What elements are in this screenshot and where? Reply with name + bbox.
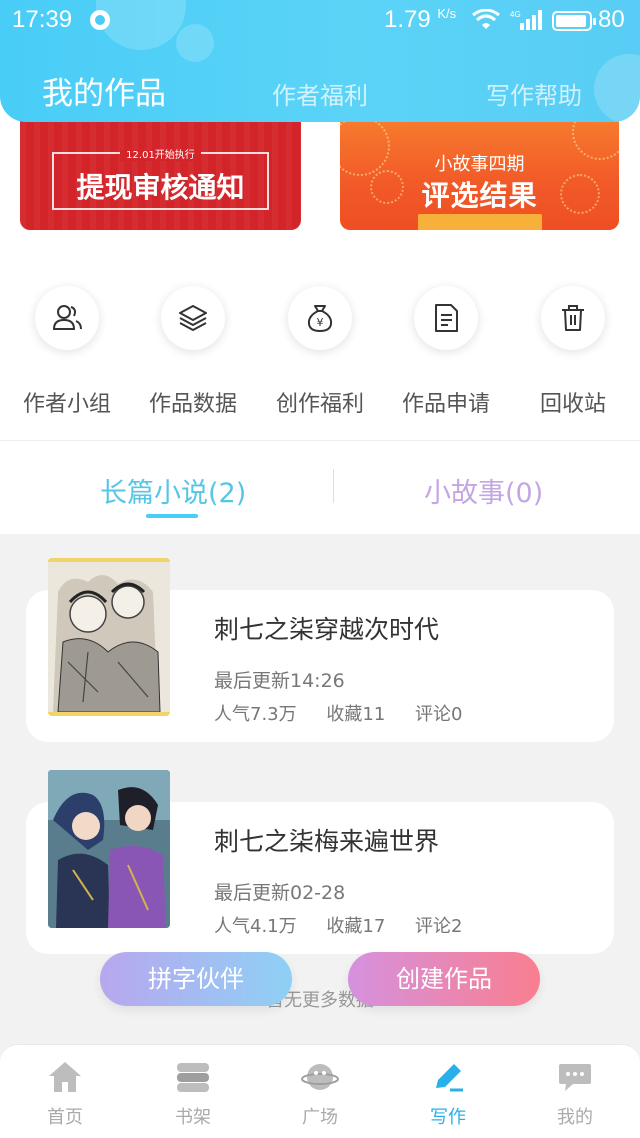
status-bar: 17:39 1.79 K/s 4G 80 <box>0 0 640 42</box>
tab-short-story[interactable]: 小故事(0) <box>424 471 543 510</box>
no-more-data: 暂无更多数据 <box>266 990 374 1011</box>
tab-author-benefits[interactable]: 作者福利 <box>272 76 368 111</box>
work-last-update: 最后更新02-28 <box>214 882 346 904</box>
work-stats: 人气4.1万 收藏17 评论2 <box>214 912 486 938</box>
app-header: 17:39 1.79 K/s 4G 80 我的作品 作者福利 写作帮助 <box>0 0 640 122</box>
tab-writing-help[interactable]: 写作帮助 <box>486 76 582 111</box>
quick-works-apply[interactable]: 作品申请 <box>382 286 510 418</box>
banner-story-results[interactable]: 小故事四期 评选结果 <box>340 110 619 230</box>
nav-label: 首页 <box>47 1107 83 1128</box>
nav-label: 广场 <box>302 1107 338 1128</box>
network-speed: 1.79 K/s <box>384 6 457 33</box>
quick-works-data[interactable]: 作品数据 <box>129 286 257 418</box>
quick-icon-circle <box>541 286 605 350</box>
quick-icon-circle <box>161 286 225 350</box>
banner-line1: 小故事四期 <box>434 154 525 175</box>
nav-plaza[interactable]: 广场 <box>256 1057 384 1129</box>
nav-write[interactable]: 写作 <box>384 1057 512 1129</box>
cover-sketch-art <box>48 562 170 712</box>
notification-app-icon <box>90 10 110 30</box>
banner-title: 提现审核通知 <box>76 171 245 204</box>
svg-text:4G: 4G <box>510 10 521 19</box>
signal-icon: 4G <box>510 10 542 30</box>
quick-label: 作者小组 <box>22 392 111 417</box>
svg-text:¥: ¥ <box>317 316 324 329</box>
work-title: 刺七之柒穿越次时代 <box>214 615 440 644</box>
cover-anime-art <box>48 770 170 928</box>
work-favorites: 收藏11 <box>326 704 386 725</box>
work-popularity: 人气4.1万 <box>214 916 297 937</box>
status-time: 17:39 <box>12 6 73 33</box>
pen-icon <box>426 1057 470 1097</box>
work-comments: 评论0 <box>415 704 463 725</box>
nav-home[interactable]: 首页 <box>1 1057 129 1129</box>
nav-mine[interactable]: 我的 <box>511 1057 639 1129</box>
banner-subtitle: 12.01开始执行 <box>20 146 301 161</box>
layers-icon <box>179 305 207 331</box>
chat-bubble-icon <box>553 1057 597 1097</box>
tab-divider <box>333 469 334 503</box>
tab-my-works[interactable]: 我的作品 <box>42 68 166 113</box>
work-title: 刺七之柒梅来遍世界 <box>214 827 440 856</box>
planet-icon <box>298 1057 342 1097</box>
work-favorites: 收藏17 <box>326 916 386 937</box>
create-work-button[interactable]: 创建作品 <box>348 952 540 1006</box>
quick-icon-circle <box>414 286 478 350</box>
works-type-tabs: 长篇小说(2) 小故事(0) <box>0 440 640 534</box>
quick-label: 回收站 <box>539 392 606 417</box>
nav-bookshelf[interactable]: 书架 <box>129 1057 257 1129</box>
home-icon <box>43 1057 87 1097</box>
top-tabs: 我的作品 作者福利 写作帮助 <box>0 62 640 116</box>
quick-author-group[interactable]: 作者小组 <box>3 286 131 418</box>
active-tab-indicator <box>146 514 198 518</box>
nav-label: 我的 <box>557 1107 593 1128</box>
battery-level: 80 <box>598 6 625 33</box>
work-last-update: 最后更新14:26 <box>214 670 345 692</box>
bottom-nav: 首页 书架 广场 写作 我的 <box>0 1044 640 1138</box>
banner-withdraw-notice[interactable]: 12.01开始执行 提现审核通知 <box>20 110 301 230</box>
work-cover-image[interactable] <box>48 770 170 928</box>
quick-creation-benefits[interactable]: ¥ 创作福利 <box>256 286 384 418</box>
work-cover-image[interactable] <box>48 558 170 716</box>
tab-long-novel[interactable]: 长篇小说(2) <box>100 471 246 510</box>
quick-icon-circle <box>35 286 99 350</box>
nav-label: 书架 <box>175 1107 211 1128</box>
banner-title: 评选结果 <box>421 179 538 212</box>
quick-label: 创作福利 <box>275 392 364 417</box>
nav-label: 写作 <box>430 1107 466 1128</box>
quick-label: 作品数据 <box>148 392 237 417</box>
work-popularity: 人气7.3万 <box>214 704 297 725</box>
work-stats: 人气7.3万 收藏11 评论0 <box>214 700 486 726</box>
author-group-icon <box>52 305 82 330</box>
money-bag-icon: ¥ <box>307 305 333 333</box>
bookshelf-icon <box>171 1057 215 1097</box>
quick-label: 作品申请 <box>401 392 490 417</box>
stage-decor <box>418 214 542 230</box>
banner-section: 12.01开始执行 提现审核通知 小故事四期 评选结果 作者小组 作品数据 ¥ … <box>0 90 640 440</box>
partner-button[interactable]: 拼字伙伴 <box>100 952 292 1006</box>
trash-icon <box>562 305 584 331</box>
document-icon <box>435 304 458 332</box>
quick-recycle-bin[interactable]: 回收站 <box>509 286 637 418</box>
quick-icon-circle: ¥ <box>288 286 352 350</box>
battery-icon <box>552 11 596 31</box>
wifi-icon <box>472 9 500 29</box>
work-comments: 评论2 <box>415 916 463 937</box>
